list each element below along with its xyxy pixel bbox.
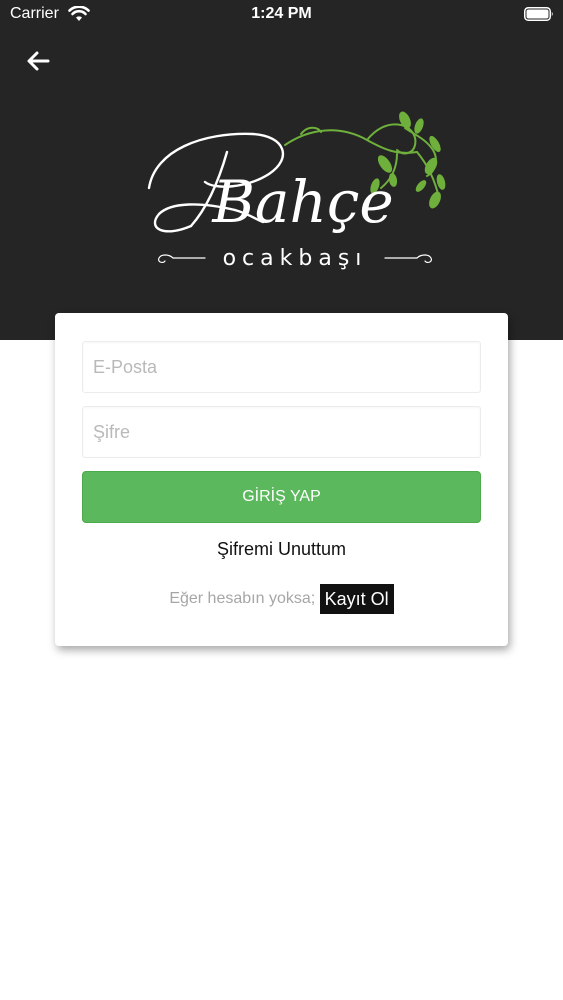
login-button[interactable]: GİRİŞ YAP bbox=[82, 471, 481, 523]
logo: Bahçe ocakbaşı bbox=[135, 110, 455, 280]
battery-icon bbox=[524, 7, 554, 21]
password-field[interactable] bbox=[83, 407, 480, 457]
status-time: 1:24 PM bbox=[251, 5, 312, 22]
arrow-left-icon bbox=[27, 51, 50, 71]
password-field-container bbox=[82, 406, 481, 458]
status-bar: Carrier 1:24 PM bbox=[0, 0, 563, 30]
register-prompt: Eğer hesabın yoksa; bbox=[169, 590, 316, 607]
logo-title: Bahçe bbox=[211, 168, 393, 236]
register-link[interactable]: Kayıt Ol bbox=[319, 584, 394, 614]
header: Carrier 1:24 PM Bahçe ocakbaşı bbox=[0, 0, 563, 340]
forgot-password-link[interactable]: Şifremi Unuttum bbox=[55, 539, 508, 560]
logo-subtitle: ocakbaşı bbox=[223, 246, 368, 271]
email-field[interactable] bbox=[83, 342, 480, 392]
login-card: GİRİŞ YAP Şifremi Unuttum Eğer hesabın y… bbox=[55, 313, 508, 646]
email-field-container bbox=[82, 341, 481, 393]
register-row: Eğer hesabın yoksa; Kayıt Ol bbox=[55, 584, 508, 614]
back-button[interactable] bbox=[22, 45, 54, 77]
